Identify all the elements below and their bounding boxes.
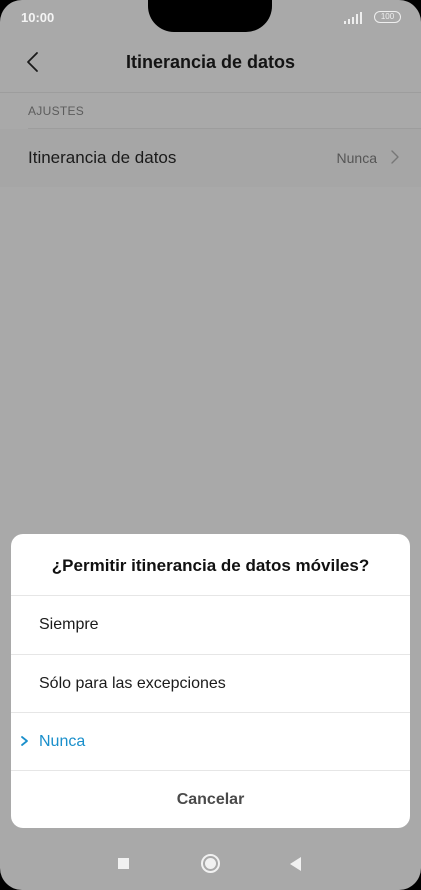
- navigation-bar: [0, 838, 421, 890]
- option-siempre[interactable]: Siempre: [11, 596, 410, 654]
- signal-icon: [344, 12, 362, 24]
- option-label: Nunca: [39, 733, 86, 750]
- dialog-title: ¿Permitir itinerancia de datos móviles?: [51, 556, 370, 575]
- header-divider: [0, 92, 421, 93]
- roaming-dialog: ¿Permitir itinerancia de datos móviles? …: [11, 534, 410, 828]
- cancel-button[interactable]: Cancelar: [11, 771, 410, 828]
- chevron-right-icon: [391, 150, 399, 164]
- data-roaming-row[interactable]: Itinerancia de datos Nunca: [0, 129, 421, 187]
- check-icon: [21, 736, 28, 746]
- battery-icon: 100: [374, 11, 401, 23]
- option-nunca[interactable]: Nunca: [11, 713, 410, 771]
- status-time: 10:00: [21, 10, 55, 25]
- camera-notch: [148, 0, 272, 32]
- section-header: AJUSTES: [28, 104, 85, 118]
- option-label: Siempre: [39, 616, 99, 633]
- phone-screen: 10:00 100 Itinerancia de datos AJUSTES I…: [0, 0, 421, 890]
- option-excepciones[interactable]: Sólo para las excepciones: [11, 655, 410, 713]
- settings-row-value: Nunca: [336, 150, 377, 166]
- recents-icon[interactable]: [118, 858, 129, 869]
- option-label: Sólo para las excepciones: [39, 675, 226, 692]
- settings-row-label: Itinerancia de datos: [28, 148, 177, 167]
- home-icon[interactable]: [201, 854, 220, 873]
- back-nav-icon[interactable]: [290, 857, 301, 871]
- app-bar: Itinerancia de datos: [0, 36, 421, 92]
- page-title: Itinerancia de datos: [125, 52, 296, 72]
- status-bar: 10:00 100: [0, 0, 421, 36]
